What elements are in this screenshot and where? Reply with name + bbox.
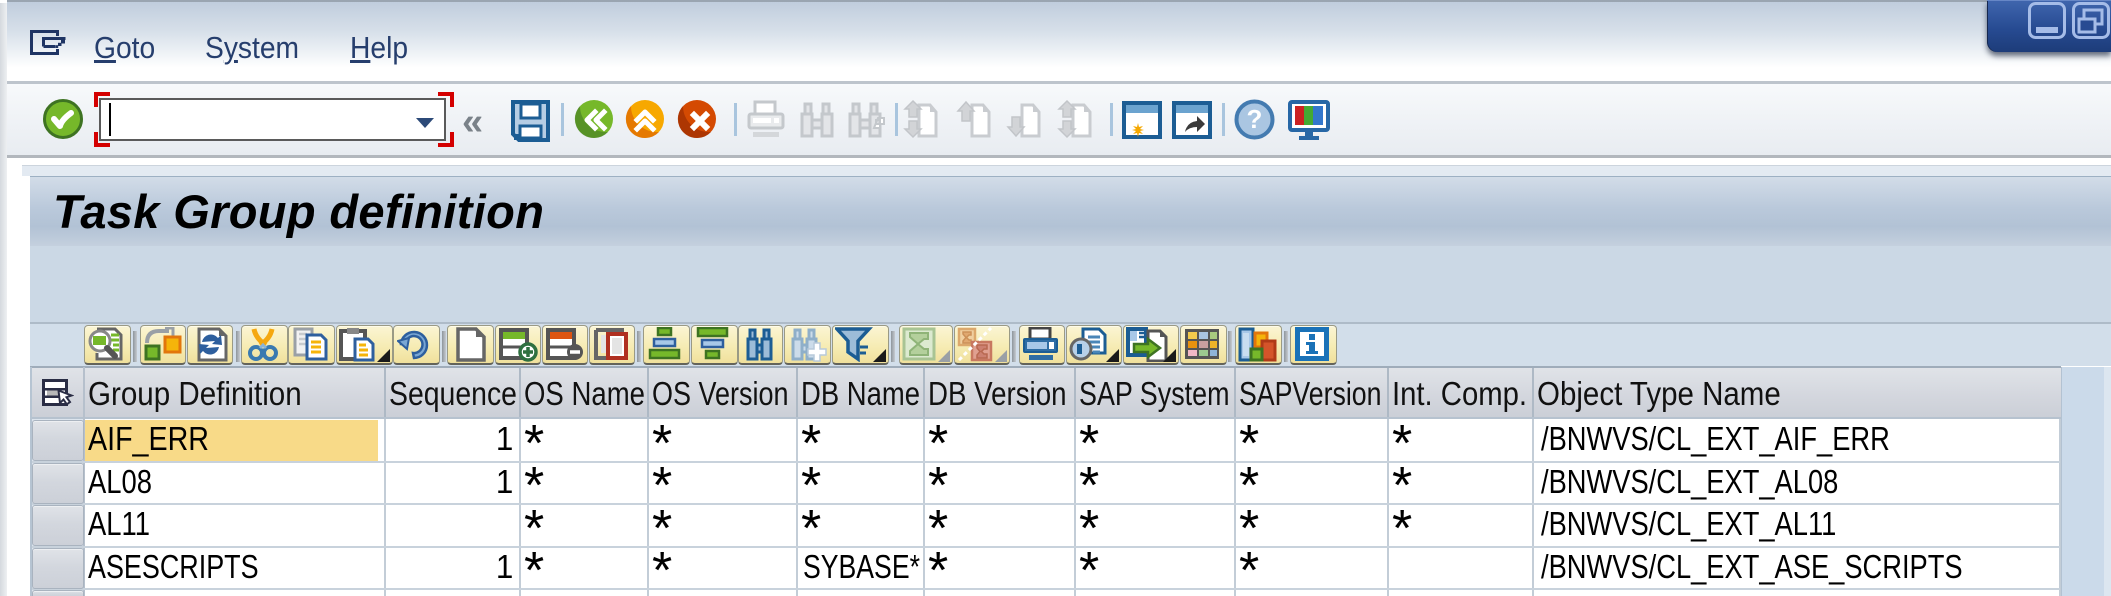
- svg-text:?: ?: [1247, 104, 1263, 134]
